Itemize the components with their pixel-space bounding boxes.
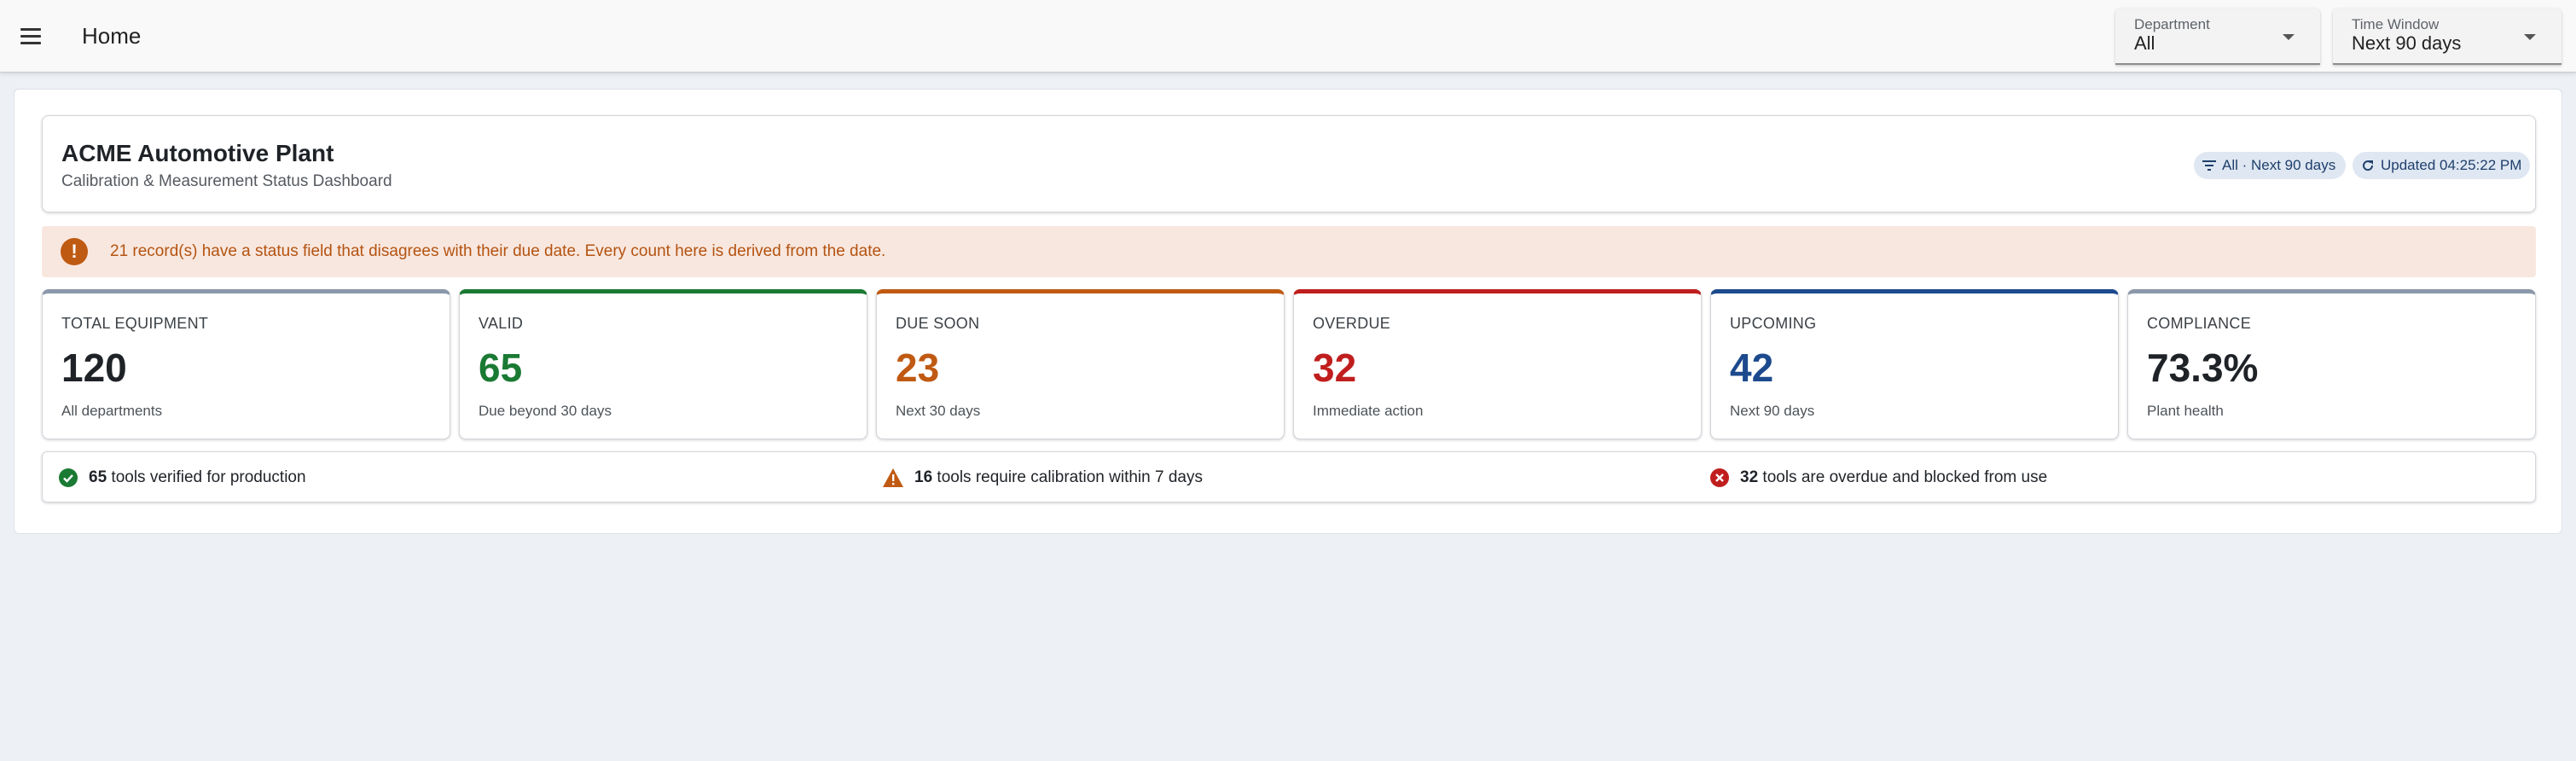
error-circle-icon [1710,468,1729,487]
time-window-select[interactable]: Time Window Next 90 days [2333,9,2561,65]
caret-down-icon [2524,34,2536,40]
kpi-subtext: Immediate action [1313,403,1424,419]
kpi-row: TOTAL EQUIPMENT 120 All departments VALI… [42,289,2536,439]
time-window-select-label: Time Window [2352,16,2440,32]
status-mismatch-banner: ! 21 record(s) have a status field that … [42,226,2536,277]
app-bar: Home Department All Time Window Next 90 … [0,0,2576,73]
kpi-value: 23 [896,346,940,390]
summary-count: 16 [914,468,933,486]
summary-count: 32 [1740,468,1759,486]
kpi-upcoming: UPCOMING 42 Next 90 days [1710,289,2119,439]
kpi-value: 73.3% [2147,346,2259,390]
kpi-subtext: Due beyond 30 days [479,403,612,419]
refresh-icon [2363,160,2374,171]
summary-due-week: 16 tools require calibration within 7 da… [882,452,1203,503]
summary-count: 65 [89,468,107,486]
kpi-label: DUE SOON [896,315,980,332]
kpi-label: TOTAL EQUIPMENT [61,315,209,332]
caret-down-icon [2283,34,2295,40]
kpi-valid: VALID 65 Due beyond 30 days [459,289,867,439]
summary-text: tools are overdue and blocked from use [1762,468,2048,486]
page-title: Home [82,23,142,49]
summary-verified: 65 tools verified for production [58,452,306,503]
kpi-label: UPCOMING [1730,315,1817,332]
time-window-select-value: Next 90 days [2352,32,2462,54]
kpi-subtext: All departments [61,403,163,419]
plant-subtitle: Calibration & Measurement Status Dashboa… [61,172,392,190]
kpi-total-equipment: TOTAL EQUIPMENT 120 All departments [42,289,450,439]
check-circle-icon [59,468,78,487]
dashboard-panel: ACME Automotive Plant Calibration & Meas… [14,89,2562,534]
kpi-value: 120 [61,346,127,390]
filter-icon [2202,160,2216,171]
filter-chip[interactable]: All · Next 90 days [2194,152,2346,179]
menu-icon[interactable] [14,19,48,53]
updated-chip[interactable]: Updated 04:25:22 PM [2353,152,2530,179]
summary-text: tools verified for production [111,468,306,486]
kpi-overdue: OVERDUE 32 Immediate action [1293,289,1702,439]
kpi-value: 32 [1313,346,1357,390]
kpi-label: COMPLIANCE [2147,315,2252,332]
dashboard-header: ACME Automotive Plant Calibration & Meas… [42,115,2536,212]
kpi-due-soon: DUE SOON 23 Next 30 days [876,289,1285,439]
summary-strip: 65 tools verified for production 16 tool… [42,451,2536,502]
kpi-label: VALID [479,315,524,332]
kpi-compliance: COMPLIANCE 73.3% Plant health [2127,289,2536,439]
updated-chip-label: Updated 04:25:22 PM [2381,157,2522,173]
kpi-value: 65 [479,346,523,390]
kpi-subtext: Plant health [2147,403,2224,419]
kpi-label: OVERDUE [1313,315,1391,332]
department-select-value: All [2134,32,2155,54]
department-select-label: Department [2134,16,2210,32]
filter-chip-label: All · Next 90 days [2222,157,2336,173]
summary-text: tools require calibration within 7 days [937,468,1203,486]
warning-triangle-icon [883,468,903,487]
plant-title: ACME Automotive Plant [61,140,334,166]
summary-overdue: 32 tools are overdue and blocked from us… [1709,452,2047,503]
warning-circle-icon: ! [61,238,88,265]
department-select[interactable]: Department All [2115,9,2320,65]
kpi-subtext: Next 30 days [896,403,981,419]
banner-text: 21 record(s) have a status field that di… [110,242,886,260]
kpi-value: 42 [1730,346,1774,390]
kpi-subtext: Next 90 days [1730,403,1815,419]
